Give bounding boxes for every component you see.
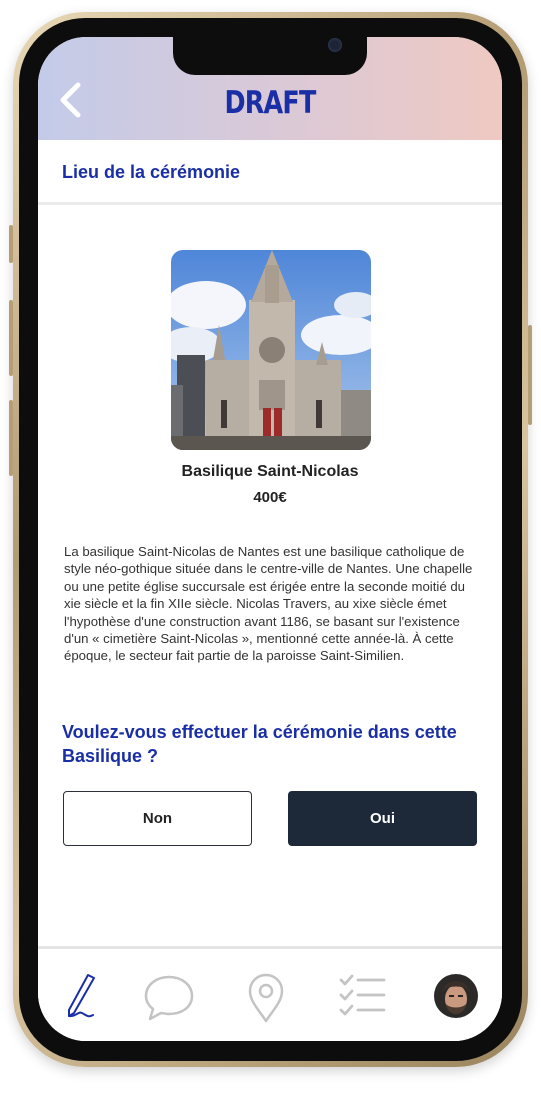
tab-location[interactable] xyxy=(238,969,294,1025)
section-header: Lieu de la cérémonie xyxy=(38,140,502,205)
venue-name: Basilique Saint-Nicolas xyxy=(181,463,359,480)
confirmation-question: Voulez-vous effectuer la cérémonie dans … xyxy=(62,722,457,766)
venue-description: La basilique Saint-Nicolas de Nantes est… xyxy=(64,544,473,664)
checklist-icon xyxy=(339,974,386,1016)
phone-side-button xyxy=(9,225,13,263)
app-screen: DRAFT Lieu de la cérémonie Basilique Sai… xyxy=(38,37,502,1041)
phone-notch xyxy=(173,37,367,75)
phone-volume-up-button xyxy=(9,300,13,376)
pen-icon xyxy=(68,974,95,1018)
front-camera xyxy=(328,38,342,52)
tab-checklist[interactable] xyxy=(335,969,391,1025)
venue-photo xyxy=(171,250,371,450)
page-title: DRAFT xyxy=(224,85,317,121)
yes-button[interactable]: Oui xyxy=(288,791,477,846)
phone-power-button xyxy=(528,325,532,425)
tab-write[interactable] xyxy=(58,969,114,1025)
avatar xyxy=(434,974,478,1018)
no-button[interactable]: Non xyxy=(63,791,252,846)
tab-profile[interactable] xyxy=(429,969,485,1025)
bottom-tab-bar xyxy=(38,946,502,1041)
map-pin-icon xyxy=(248,973,284,1023)
phone-volume-down-button xyxy=(9,400,13,476)
section-title: Lieu de la cérémonie xyxy=(62,162,241,182)
venue-price: 400€ xyxy=(253,489,287,506)
tab-messages[interactable] xyxy=(141,969,197,1025)
chat-bubble-icon xyxy=(144,975,194,1021)
